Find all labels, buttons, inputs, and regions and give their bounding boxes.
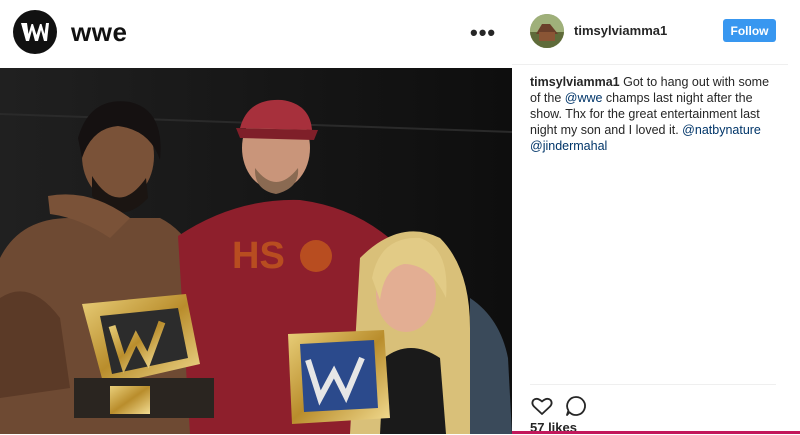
post-author-header: timsylviamma1 Follow xyxy=(512,0,788,65)
more-options-icon[interactable]: ••• xyxy=(470,20,496,46)
follow-button[interactable]: Follow xyxy=(723,19,776,42)
caption-author[interactable]: timsylviamma1 xyxy=(530,75,620,89)
wwe-logo-mark xyxy=(21,23,49,41)
avatar-image xyxy=(530,14,564,48)
user-avatar[interactable] xyxy=(530,14,564,48)
wwe-logo-icon[interactable] xyxy=(13,10,57,54)
post-photo[interactable]: HS xyxy=(0,68,512,434)
post-actions xyxy=(530,384,776,419)
comment-icon[interactable] xyxy=(564,394,588,418)
mention-wwe[interactable]: @wwe xyxy=(565,91,603,105)
mention-jindermahal[interactable]: @jindermahal xyxy=(530,139,607,153)
photo-illustration: HS xyxy=(0,68,512,434)
post-header: wwe ••• xyxy=(0,0,512,68)
post-caption: timsylviamma1 Got to hang out with some … xyxy=(530,74,778,154)
brand-title[interactable]: wwe xyxy=(71,17,127,48)
post-sidebar: timsylviamma1 Follow timsylviamma1 Got t… xyxy=(512,0,800,435)
mention-natbynature[interactable]: @natbynature xyxy=(682,123,761,137)
username-link[interactable]: timsylviamma1 xyxy=(574,23,667,38)
svg-text:HS: HS xyxy=(232,235,285,277)
title-belt-right xyxy=(288,330,390,424)
heart-icon[interactable] xyxy=(530,394,554,418)
